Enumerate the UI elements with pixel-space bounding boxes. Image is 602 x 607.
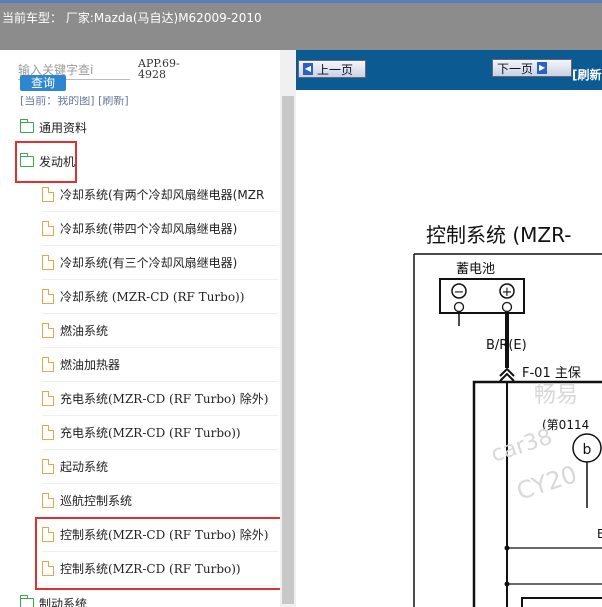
tree-item-label: 冷却系统(带四个冷却风扇继电器) [60, 222, 238, 236]
arrow-left-icon: ◀ [303, 63, 313, 75]
tree-item[interactable]: 燃油加热器 [42, 348, 278, 382]
watermark: CY20 [513, 460, 580, 506]
left-panel: 查询 APP.69- 4928 [当前：我的图] [刷新] 通用资料 发动机 冷… [0, 50, 296, 607]
tree-item[interactable]: 冷却系统(有三个冷却风扇继电器) [42, 246, 278, 280]
highlight-control-system-items [35, 517, 294, 590]
document-icon [42, 356, 55, 372]
battery-node [501, 301, 513, 313]
document-icon [42, 424, 55, 440]
document-icon [42, 254, 55, 270]
tree-folder-label: 制动系统 [39, 596, 88, 607]
tree-item[interactable]: 冷却系统(有两个冷却风扇继电器(MZR [42, 178, 278, 212]
title-bar-accent [0, 0, 602, 3]
tree-item-label: 充电系统(MZR-CD (RF Turbo)) [60, 426, 241, 440]
tree-item-label: 巡航控制系统 [60, 494, 133, 508]
tree-item-label: 冷却系统 (MZR-CD (RF Turbo)) [60, 290, 245, 304]
tree-folder-label: 通用资料 [39, 120, 88, 135]
current-model-label: 当前车型： 厂家:Mazda(马自达)M62009-2010 [2, 11, 262, 25]
document-icon [42, 322, 55, 338]
viewer-toolbar: ◀ 上一页 下一页 ▶ [刷新 [296, 50, 602, 90]
document-icon [42, 220, 55, 236]
document-icon [42, 288, 55, 304]
connector-circle-label: b [583, 442, 592, 458]
document-icon [42, 458, 55, 474]
watermark: 畅易 [534, 383, 578, 408]
tree-scrollbar[interactable] [280, 50, 296, 607]
watermark: car38 [488, 425, 555, 468]
arrow-right-icon: ▶ [537, 62, 548, 74]
tree-item[interactable]: 充电系统(MZR-CD (RF Turbo) 除外) [42, 382, 278, 416]
tree-item-label: 燃油系统 [60, 324, 109, 338]
battery-label: 蓄电池 [456, 262, 495, 277]
diagram-title: 控制系统 (MZR- [426, 223, 571, 247]
current-path: [当前：我的图] [刷新] [20, 96, 129, 106]
tree-item-label: 燃油加热器 [60, 358, 121, 372]
tree-folder-general[interactable]: 通用资料 [20, 110, 87, 144]
next-page-button[interactable]: 下一页 ▶ [492, 59, 572, 77]
minus-symbol: − [454, 285, 465, 300]
module-box [521, 597, 602, 607]
tree-item-label: 起动系统 [60, 460, 109, 474]
folder-icon [20, 118, 34, 133]
prev-page-button[interactable]: ◀ 上一页 [298, 60, 366, 78]
scrollbar-thumb[interactable] [282, 96, 294, 604]
junction-dot [504, 581, 510, 587]
diagram-viewer: ◀ 上一页 下一页 ▶ [刷新 控制系统 (MZR- 蓄电池 − + B/R(E… [296, 50, 602, 607]
tree-item[interactable]: 起动系统 [42, 450, 278, 484]
tree-item[interactable]: 巡航控制系统 [42, 484, 278, 518]
folder-icon [20, 594, 34, 607]
search-area: 查询 APP.69- 4928 [0, 50, 280, 100]
tree-item-label: 充电系统(MZR-CD (RF Turbo) 除外) [60, 392, 269, 406]
document-icon [42, 186, 55, 202]
partial-label: E [597, 527, 602, 541]
wiring-diagram: 控制系统 (MZR- 蓄电池 − + B/R(E) F-01 主保 (第0114… [413, 223, 602, 607]
title-bar: 当前车型： 厂家:Mazda(马自达)M62009-2010 [0, 0, 602, 50]
tree-item-label: 冷却系统(有三个冷却风扇继电器) [60, 256, 238, 270]
plus-symbol: + [502, 285, 513, 300]
refresh-link[interactable]: [刷新 [572, 66, 602, 83]
battery-node [453, 301, 465, 313]
next-page-label: 下一页 [497, 61, 534, 76]
tree-item[interactable]: 充电系统(MZR-CD (RF Turbo)) [42, 416, 278, 450]
tree-item[interactable]: 冷却系统(带四个冷却风扇继电器) [42, 212, 278, 246]
tree-item[interactable]: 燃油系统 [42, 314, 278, 348]
document-icon [42, 492, 55, 508]
tree-item-label: 冷却系统(有两个冷却风扇继电器(MZR [60, 188, 265, 202]
wire-color-label: B/R(E) [486, 338, 527, 353]
prev-page-label: 上一页 [317, 62, 354, 77]
highlight-engine-folder [15, 141, 77, 183]
fuse-label: F-01 主保 [522, 366, 581, 381]
query-button[interactable]: 查询 [20, 75, 66, 91]
app-code: APP.69- 4928 [138, 57, 180, 81]
document-icon [42, 390, 55, 406]
tree-item[interactable]: 冷却系统 (MZR-CD (RF Turbo)) [42, 280, 278, 314]
junction-dot [504, 545, 510, 551]
